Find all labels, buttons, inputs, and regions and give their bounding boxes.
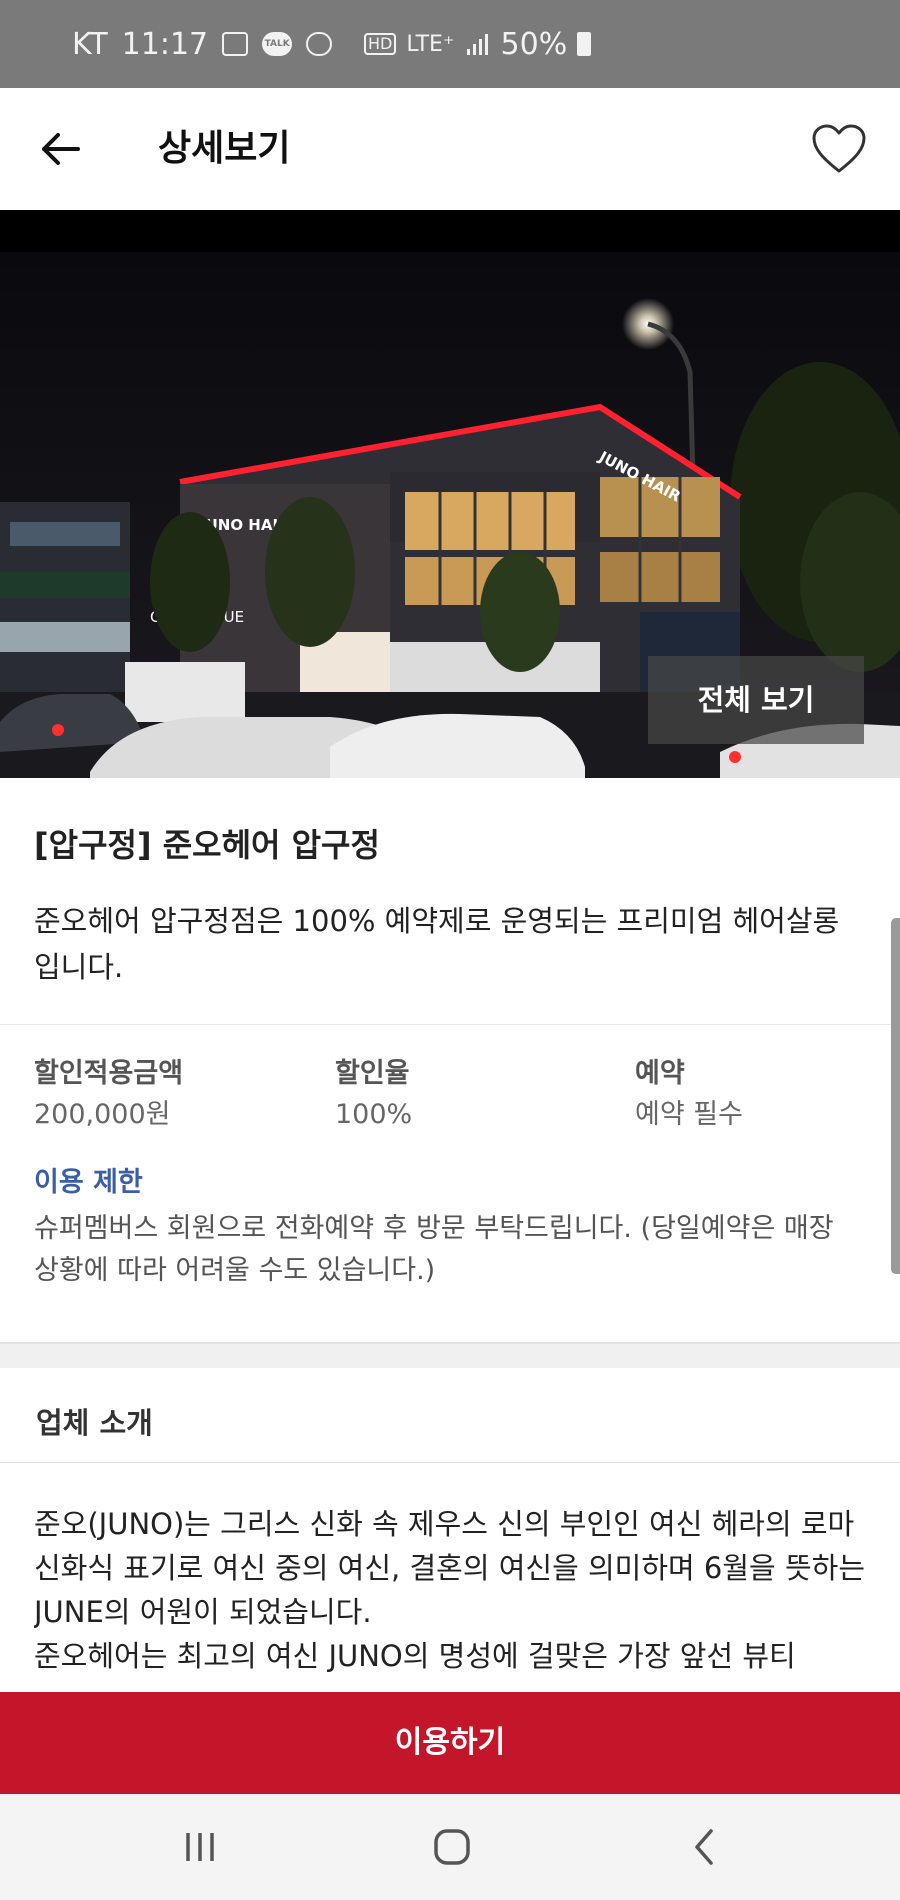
- hd-icon: HD: [364, 33, 397, 55]
- restriction-title: 이용 제한: [34, 1167, 143, 1198]
- photo-gallery[interactable]: JUNO HAIR CELLENIQUE JUNO HAIR 1 / 9 전체 …: [0, 210, 900, 778]
- recent-apps-button[interactable]: [140, 1794, 260, 1900]
- system-nav-bar: [0, 1794, 900, 1900]
- discount-amount-label: 할인적용금액: [34, 1058, 184, 1089]
- discount-rate-block: 할인율 100%: [335, 1054, 412, 1136]
- reservation-value: 예약 필수: [635, 1099, 743, 1130]
- signal-icon: [466, 34, 488, 55]
- page-title: 상세보기: [158, 128, 291, 169]
- app-header: 상세보기: [0, 88, 900, 210]
- lte-icon: LTE⁺: [406, 31, 455, 57]
- reservation-block: 예약 예약 필수: [635, 1054, 743, 1136]
- restriction-text: 슈퍼멤버스 회원으로 전화예약 후 방문 부탁드립니다. (당일예약은 매장 상…: [34, 1213, 834, 1286]
- intro-paragraph: 준오헤어는 최고의 여신 JUNO의 명성에 걸맞은 가장 앞선 뷰티: [34, 1639, 796, 1673]
- favorite-button[interactable]: [808, 118, 870, 180]
- recent-apps-icon: [186, 1833, 214, 1861]
- reservation-label: 예약: [635, 1058, 685, 1089]
- kakaotalk-icon: TALK: [262, 32, 293, 56]
- system-back-button[interactable]: [644, 1794, 764, 1900]
- section-separator: [0, 1342, 900, 1368]
- back-icon: [695, 1829, 713, 1865]
- discount-rate-value: 100%: [335, 1099, 413, 1130]
- home-button[interactable]: [392, 1794, 512, 1900]
- intro-text: 준오(JUNO)는 그리스 신화 속 제우스 신의 부인인 여신 헤라의 로마신…: [34, 1502, 874, 1692]
- divider: [0, 1024, 900, 1025]
- divider: [0, 1462, 900, 1463]
- discount-amount-value: 200,000원: [34, 1099, 171, 1130]
- discount-amount-block: 할인적용금액 200,000원: [34, 1054, 183, 1136]
- clock: 11:17: [121, 26, 209, 62]
- shop-title: [압구정] 준오헤어 압구정: [34, 826, 380, 864]
- use-button[interactable]: 이용하기: [0, 1692, 900, 1794]
- battery-percent: 50%: [500, 26, 568, 62]
- intro-section-title: 업체 소개: [36, 1406, 153, 1440]
- battery-icon: [577, 32, 592, 56]
- heart-outline-icon: [812, 124, 866, 173]
- back-button[interactable]: [30, 119, 90, 179]
- status-bar: KT 11:17 TALK HD LTE⁺ 50%: [0, 0, 900, 88]
- gallery-icon: [222, 32, 249, 56]
- search-chart-icon: [306, 32, 333, 56]
- scrollbar[interactable]: [891, 918, 900, 1274]
- discount-rate-label: 할인율: [335, 1058, 410, 1089]
- home-icon: [434, 1829, 470, 1865]
- carrier: KT: [72, 26, 108, 62]
- arrow-left-icon: [42, 133, 80, 165]
- intro-paragraph: 준오(JUNO)는 그리스 신화 속 제우스 신의 부인인 여신 헤라의 로마신…: [34, 1507, 865, 1629]
- shop-description: 준오헤어 압구정점은 100% 예약제로 운영되는 프리미엄 헤어살롱입니다.: [34, 904, 840, 984]
- view-all-button[interactable]: 전체 보기: [648, 656, 864, 744]
